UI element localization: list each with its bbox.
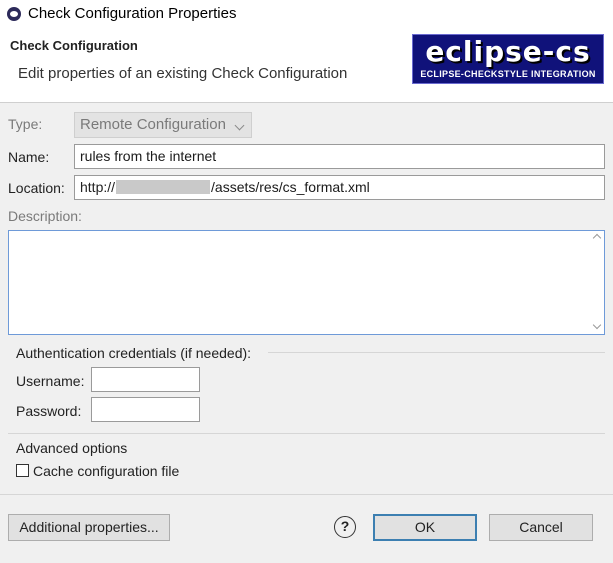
logo-sub-text: ECLIPSE-CHECKSTYLE INTEGRATION — [420, 69, 596, 79]
redacted-host — [116, 180, 211, 194]
username-label: Username: — [16, 373, 85, 389]
button-bar-separator — [0, 494, 613, 495]
scroll-down-icon[interactable] — [592, 320, 602, 330]
header-title: Check Configuration — [10, 38, 138, 53]
location-prefix: http:// — [80, 179, 116, 195]
location-input[interactable]: http:// /assets/res/cs_format.xml — [74, 175, 605, 200]
type-label: Type: — [8, 116, 43, 132]
cancel-button[interactable]: Cancel — [489, 514, 593, 541]
chevron-down-icon — [234, 120, 245, 131]
ok-button[interactable]: OK — [373, 514, 477, 541]
app-icon — [7, 7, 21, 21]
help-icon[interactable]: ? — [334, 516, 356, 538]
additional-properties-button[interactable]: Additional properties... — [8, 514, 170, 541]
description-label: Description: — [8, 208, 82, 224]
password-label: Password: — [16, 403, 82, 419]
name-label: Name: — [8, 149, 50, 165]
location-suffix: /assets/res/cs_format.xml — [211, 179, 370, 195]
advanced-group-legend: Advanced options — [16, 440, 128, 456]
title-bar: Check Configuration Properties — [0, 0, 613, 28]
username-input[interactable] — [91, 367, 200, 392]
description-textarea[interactable] — [8, 230, 605, 335]
header-message: Edit properties of an existing Check Con… — [18, 65, 348, 82]
password-input[interactable] — [91, 397, 200, 422]
type-select-value: Remote Configuration — [80, 116, 226, 133]
dialog-header: Check Configuration Edit properties of a… — [0, 28, 613, 103]
window-title: Check Configuration Properties — [28, 5, 237, 22]
location-label: Location: — [8, 180, 65, 196]
auth-group-legend: Authentication credentials (if needed): — [16, 345, 252, 361]
type-select[interactable]: Remote Configuration — [74, 112, 252, 138]
eclipse-cs-logo: eclipse-cs ECLIPSE-CHECKSTYLE INTEGRATIO… — [412, 34, 604, 84]
name-input[interactable]: rules from the internet — [74, 144, 605, 169]
auth-group-separator — [268, 352, 605, 353]
logo-main-text: eclipse-cs — [425, 35, 591, 68]
scroll-up-icon[interactable] — [592, 233, 602, 243]
cache-configuration-checkbox[interactable] — [16, 464, 29, 477]
cache-configuration-label[interactable]: Cache configuration file — [33, 463, 179, 479]
advanced-group-separator — [8, 433, 605, 434]
